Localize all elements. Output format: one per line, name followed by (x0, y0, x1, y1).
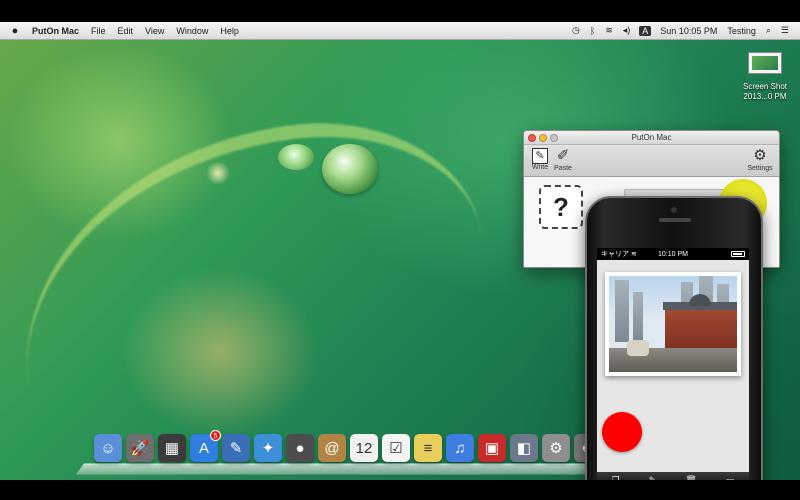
menu-clock[interactable]: Sun 10:05 PM (655, 26, 722, 36)
dock: ☺🚀▦A5✎✦●@12☑≡♫▣◧⚙♻ (94, 430, 602, 468)
dock-notes-icon[interactable]: ≡ (414, 434, 442, 462)
paste-label: Paste (554, 165, 572, 172)
menu-app-name[interactable]: PutOn Mac (26, 26, 85, 36)
ios-clock: 10:10 PM (658, 250, 688, 258)
input-source-icon[interactable]: A (639, 25, 652, 36)
menu-file[interactable]: File (85, 26, 112, 36)
menu-help[interactable]: Help (214, 26, 245, 36)
dock-app-store-icon[interactable]: A5 (190, 430, 221, 462)
window-controls (528, 134, 558, 142)
zoom-button[interactable] (550, 134, 558, 142)
photo-structure (627, 340, 649, 356)
wallpaper-water-drop (322, 144, 378, 194)
pencil-icon: ✎ (532, 148, 548, 164)
dock-iphoto-icon[interactable]: ◧ (510, 434, 538, 462)
bluetooth-icon[interactable]: ᛒ (585, 26, 600, 36)
dock-system-preferences-icon[interactable]: ⚙ (542, 434, 570, 462)
file-name-line2: 2013...0 PM (743, 92, 787, 101)
apple-menu-icon[interactable]: ● (4, 25, 26, 37)
red-color-dot[interactable] (602, 412, 642, 452)
iphone-screen: キャリア ≋ 10:10 PM ❐ ✎ 🗑 (597, 248, 749, 488)
gear-icon: ⚙ (753, 147, 767, 164)
dock-facetime-icon[interactable]: ● (286, 434, 314, 462)
wallpaper-water-drop (278, 144, 314, 170)
dock-reminders-icon[interactable]: ☑ (382, 434, 410, 462)
dock-finder-icon[interactable]: ☺ (94, 434, 122, 462)
write-label: Write (531, 164, 549, 171)
earpiece (659, 218, 691, 222)
ios-status-bar: キャリア ≋ 10:10 PM (597, 248, 749, 260)
letterbox-bottom (0, 480, 800, 500)
list-icon[interactable]: ☰ (776, 25, 794, 36)
dock-launchpad-icon[interactable]: 🚀 (126, 434, 154, 462)
letterbox-top (0, 0, 800, 22)
menu-user[interactable]: Testing (722, 26, 761, 36)
window-titlebar[interactable]: PutOn Mac (524, 131, 779, 145)
window-title: PutOn Mac (631, 133, 672, 142)
battery-icon (731, 251, 745, 257)
file-thumbnail (752, 56, 778, 70)
dock-preview-icon[interactable]: ✎ (222, 434, 250, 462)
dock-itunes-icon[interactable]: ♫ (446, 434, 474, 462)
menu-bar: ● PutOn Mac File Edit View Window Help ◷… (0, 22, 800, 40)
photo-tower (615, 280, 629, 342)
close-button[interactable] (528, 134, 536, 142)
dock-safari-icon[interactable]: ✦ (254, 434, 282, 462)
camera-icon (671, 207, 677, 213)
screenshot-file-icon[interactable] (748, 52, 782, 74)
dock-photo-booth-icon[interactable]: ▣ (478, 434, 506, 462)
file-name-line1: Screen Shot (742, 82, 788, 91)
settings-button[interactable]: ⚙ Settings (745, 147, 775, 172)
dock-calendar-icon[interactable]: 12 (350, 434, 378, 462)
wallpaper-bokeh (205, 162, 231, 184)
minimize-button[interactable] (539, 134, 547, 142)
drop-target-placeholder[interactable]: ? (539, 185, 583, 229)
paste-button[interactable]: ✐ Paste (550, 147, 576, 172)
time-machine-icon[interactable]: ◷ (567, 25, 585, 36)
brush-icon: ✐ (556, 147, 570, 164)
menu-extras: ◷ ᛒ ≋ ◂) A Sun 10:05 PM Testing ⌕ ☰ (567, 25, 800, 36)
photo-tower (633, 292, 643, 342)
battery-level (733, 253, 742, 255)
dock-mission-control-icon[interactable]: ▦ (158, 434, 186, 462)
screenshot-file-label[interactable]: Screen Shot 2013...0 PM (730, 82, 800, 102)
menu-window[interactable]: Window (170, 26, 214, 36)
dock-contacts-icon[interactable]: @ (318, 434, 346, 462)
menu-edit[interactable]: Edit (112, 26, 140, 36)
volume-icon[interactable]: ◂) (618, 25, 636, 36)
wifi-icon[interactable]: ≋ (600, 25, 618, 36)
wallpaper-grass-blade (0, 101, 513, 480)
settings-label: Settings (747, 165, 773, 172)
dock-badge: 5 (210, 430, 221, 441)
window-toolbar: ✎ Write ✐ Paste ⚙ Settings (524, 145, 779, 177)
photo-card[interactable] (605, 272, 741, 376)
iphone-device: キャリア ≋ 10:10 PM ❐ ✎ 🗑 (585, 196, 763, 500)
station-photo (609, 276, 737, 372)
menu-view[interactable]: View (139, 26, 170, 36)
search-icon[interactable]: ⌕ (761, 25, 776, 36)
